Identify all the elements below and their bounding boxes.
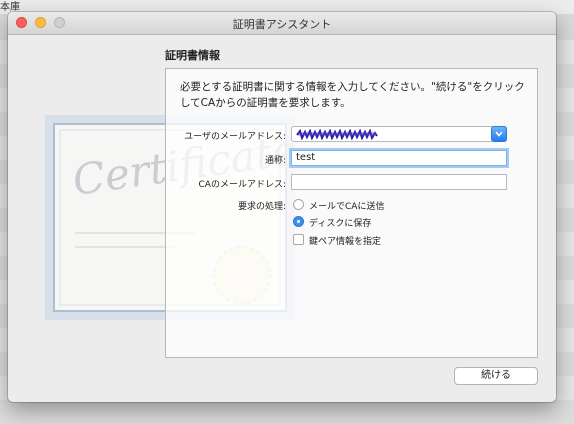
chevron-down-icon[interactable]	[491, 126, 507, 142]
title-bar[interactable]: 証明書アシスタント	[8, 12, 556, 35]
keypair-checkbox-label: 鍵ペア情報を指定	[309, 237, 382, 247]
user-email-select[interactable]	[291, 126, 507, 142]
description-text: 必要とする証明書に関する情報を入力してください。"続ける"をクリックしてCAから…	[180, 81, 525, 109]
ca-email-field[interactable]	[291, 174, 507, 190]
certificate-assistant-window: 証明書アシスタント Certificate 証明書情報 必要とする証明書に関する…	[8, 12, 556, 402]
window-title: 証明書アシスタント	[232, 18, 332, 31]
keypair-checkbox[interactable]	[293, 234, 304, 245]
common-name-label: 通称:	[264, 156, 286, 166]
ca-email-label: CAのメールアドレス:	[198, 180, 286, 190]
radio-email-ca-label: メールでCAに送信	[309, 202, 385, 212]
radio-save-disk-label: ディスクに保存	[309, 219, 372, 229]
radio-email-ca[interactable]	[293, 199, 304, 210]
redacted-email-scribble	[296, 129, 378, 140]
common-name-field[interactable]: test	[291, 150, 507, 166]
continue-button[interactable]: 続ける	[454, 367, 538, 385]
radio-save-disk[interactable]	[293, 216, 304, 227]
request-handling-label: 要求の処理:	[237, 202, 286, 212]
user-email-label: ユーザのメールアドレス:	[184, 132, 286, 142]
form-panel: 必要とする証明書に関する情報を入力してください。"続ける"をクリックしてCAから…	[165, 68, 538, 358]
section-title: 証明書情報	[165, 49, 220, 62]
